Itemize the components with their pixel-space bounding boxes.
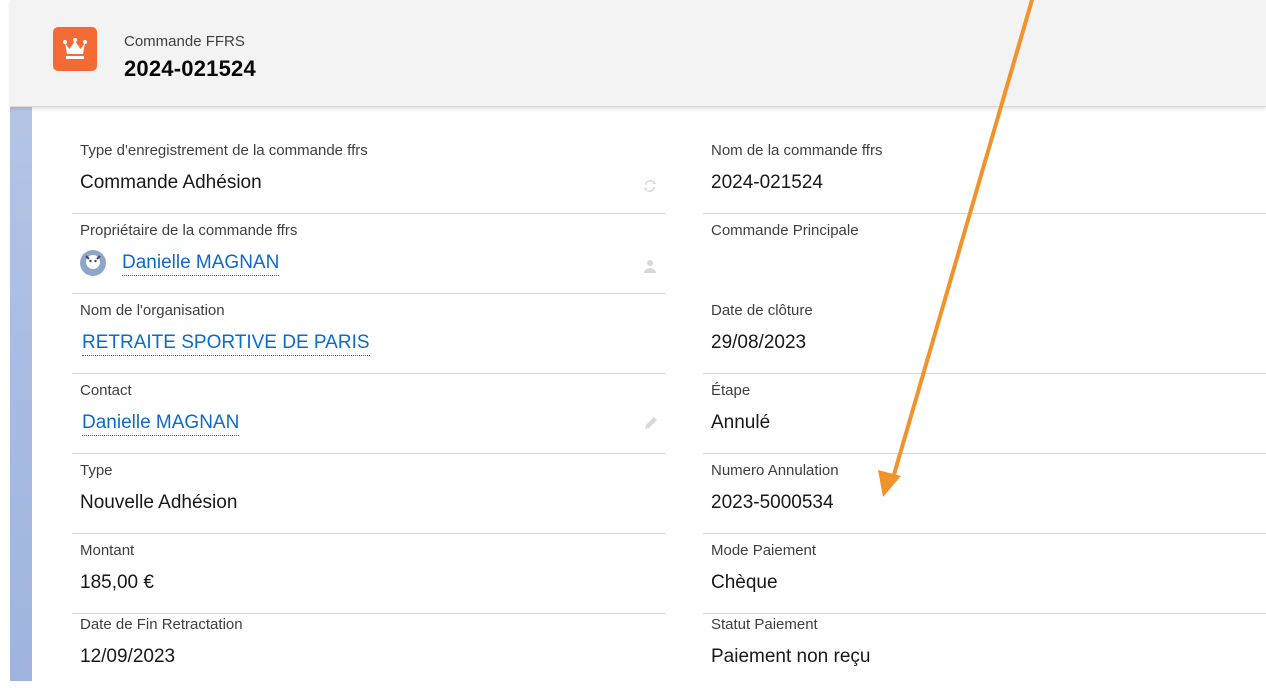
pencil-icon[interactable] xyxy=(642,414,658,430)
field-organisation: Nom de l'organisation RETRAITE SPORTIVE … xyxy=(72,294,666,374)
change-owner-icon[interactable] xyxy=(642,258,658,274)
field-label: Montant xyxy=(80,542,135,559)
field-label: Nom de la commande ffrs xyxy=(711,142,883,159)
object-type-label: Commande FFRS xyxy=(124,33,245,50)
field-label: Étape xyxy=(711,382,751,399)
field-value: Annulé xyxy=(711,412,771,433)
crown-icon xyxy=(53,27,97,71)
field-value: Nouvelle Adhésion xyxy=(80,492,238,513)
field-label: Numero Annulation xyxy=(711,462,839,479)
field-value: 12/09/2023 xyxy=(80,646,176,667)
field-label: Date de Fin Retractation xyxy=(80,616,243,633)
field-retractation-end: Date de Fin Retractation 12/09/2023 xyxy=(80,608,666,688)
field-payment-mode: Mode Paiement Chèque xyxy=(703,534,1266,614)
record-title: 2024-021524 xyxy=(124,56,256,81)
field-value: 29/08/2023 xyxy=(711,332,807,353)
field-type: Type Nouvelle Adhésion xyxy=(72,454,666,534)
field-label: Propriétaire de la commande ffrs xyxy=(80,222,298,239)
field-label: Type d'enregistrement de la commande ffr… xyxy=(80,142,368,159)
field-label: Contact xyxy=(80,382,132,399)
field-cancellation-number: Numero Annulation 2023-5000534 xyxy=(703,454,1266,534)
field-label: Mode Paiement xyxy=(711,542,817,559)
field-label: Commande Principale xyxy=(711,222,859,239)
change-record-type-icon[interactable] xyxy=(642,178,658,194)
field-close-date: Date de clôture 29/08/2023 xyxy=(703,294,1266,374)
field-value: 2023-5000534 xyxy=(711,492,834,513)
field-stage: Étape Annulé xyxy=(703,374,1266,454)
field-record-type: Type d'enregistrement de la commande ffr… xyxy=(72,134,666,214)
field-amount: Montant 185,00 € xyxy=(72,534,666,614)
avatar xyxy=(80,250,106,276)
field-label: Nom de l'organisation xyxy=(80,302,225,319)
field-label: Type xyxy=(80,462,113,479)
field-value: 185,00 € xyxy=(80,572,154,593)
organisation-link[interactable]: RETRAITE SPORTIVE DE PARIS xyxy=(82,332,370,356)
field-label: Date de clôture xyxy=(711,302,813,319)
field-label: Statut Paiement xyxy=(711,616,818,633)
field-contact: Contact Danielle MAGNAN xyxy=(72,374,666,454)
field-order-name: Nom de la commande ffrs 2024-021524 xyxy=(703,134,1266,214)
field-value: Commande Adhésion xyxy=(80,172,262,193)
field-owner: Propriétaire de la commande ffrs Daniell… xyxy=(72,214,666,294)
field-value: Paiement non reçu xyxy=(711,646,871,667)
field-main-order: Commande Principale xyxy=(711,214,1266,294)
owner-link[interactable]: Danielle MAGNAN xyxy=(122,252,280,276)
field-payment-status: Statut Paiement Paiement non reçu xyxy=(711,608,1266,688)
record-header: Commande FFRS 2024-021524 xyxy=(10,0,1266,107)
field-value: Chèque xyxy=(711,572,778,593)
field-value: 2024-021524 xyxy=(711,172,823,193)
contact-link[interactable]: Danielle MAGNAN xyxy=(82,412,240,436)
